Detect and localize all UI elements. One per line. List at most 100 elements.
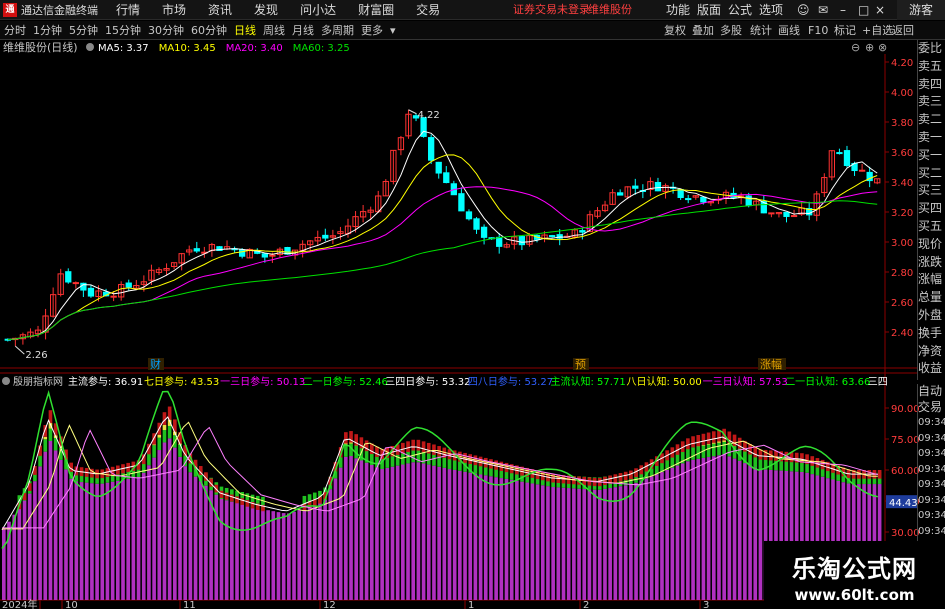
indicator-bar-red [69,462,73,472]
toolbar-restore-rights[interactable]: 复权 [664,21,686,40]
indicator-bar-purple [157,450,162,600]
toolbar-mark[interactable]: 标记 [834,21,856,40]
side-panel-item[interactable]: 买五 [918,218,945,236]
side-panel-item[interactable]: 买四 [918,200,945,218]
side-panel-item[interactable]: 卖二 [918,111,945,129]
indicator-bar-purple [266,510,270,600]
side-panel-item[interactable]: 卖五 [918,58,945,76]
period-tab-intraday[interactable]: 分时 [4,22,26,38]
chevron-down-icon[interactable]: ▾ [390,24,396,37]
side-panel-item[interactable]: 卖一 [918,129,945,147]
period-tab-daily[interactable]: 日线 [234,22,256,38]
period-tab-30min[interactable]: 30分钟 [148,22,184,38]
indicator-bar-green [706,444,711,458]
toolbar-back[interactable]: 返回 [892,21,914,40]
chart-canvas[interactable]: 4.20 4.00 3.80 3.60 3.40 3.20 3.00 2.80 2.60 2.40… [0,40,945,609]
indicator-bar-purple [743,463,747,600]
date-tick-label: 11 [183,600,196,609]
menu-formula[interactable]: 公式 [728,0,752,20]
app-logo-icon: 通 [3,2,17,17]
date-tick-label: 10 [65,600,78,609]
indicator-bar-purple [235,503,239,600]
user-icon[interactable]: ☺ [797,0,810,20]
indicator-bar-green [162,430,167,443]
side-panel-item[interactable]: 涨跌 [918,254,945,272]
indicator-bar-purple [390,466,395,600]
period-tab-more[interactable]: 更多 [361,22,383,38]
indicator-bar-purple [551,487,555,600]
indicator-bar-purple [535,484,540,600]
period-tab-weekly[interactable]: 周线 [263,22,285,38]
indicator-bar-purple [271,511,276,600]
period-tab-60min[interactable]: 60分钟 [191,22,227,38]
indicator-bar-purple [582,489,587,600]
menu-trade[interactable]: 交易 [416,1,440,18]
toolbar-statistics[interactable]: 统计 [750,21,772,40]
toolbar-overlay[interactable]: 叠加 [692,21,714,40]
indicator-legend-label: 三四日参与: 53.32 [385,375,470,388]
side-panel-item[interactable]: 总量 [918,289,945,307]
side-panel-item[interactable]: 现价 [918,236,945,254]
indicator-bar-purple [53,450,58,600]
indicator-bar-red [701,433,706,445]
close-icon[interactable]: × [875,0,885,20]
indicator-bar-green [43,439,48,452]
low-price-label: 2.26 [25,350,47,361]
side-panel-item[interactable]: 净资 [918,343,945,361]
period-tab-1min[interactable]: 1分钟 [33,22,62,38]
indicator-bar-purple [758,469,763,600]
toolbar-draw-line[interactable]: 画线 [778,21,800,40]
menu-layout[interactable]: 版面 [697,0,721,20]
side-panel-item[interactable]: 委比 [918,40,945,58]
minimize-icon[interactable]: – [840,0,846,20]
period-tab-5min[interactable]: 5分钟 [69,22,98,38]
indicator-bar-purple [401,464,405,600]
side-panel-item[interactable]: 外盘 [918,307,945,325]
price-tick-label: 4.20 [891,58,913,69]
auto-trade-label[interactable]: 自动 [918,384,945,400]
indicator-bar-purple [276,512,281,600]
indicator-bar-purple [136,477,141,600]
guest-button[interactable]: 游客 [897,0,945,20]
menu-wealth[interactable]: 财富圈 [358,1,394,18]
indicator-bar-purple [639,480,644,600]
menu-news[interactable]: 资讯 [208,1,232,18]
date-tick-label: 2 [583,600,589,609]
indicator-bar-green [722,441,726,455]
maximize-icon[interactable]: □ [858,0,869,20]
side-panel-item[interactable]: 换手 [918,325,945,343]
menu-options[interactable]: 选项 [759,0,783,20]
menu-ask[interactable]: 问小达 [300,1,336,18]
side-panel-item[interactable]: 收益 [918,360,945,378]
mail-icon[interactable]: ✉ [818,0,828,20]
side-panel-item[interactable]: 买二 [918,165,945,183]
login-warning[interactable]: 证券交易未登录 [513,0,590,20]
indicator-bar-red [235,496,239,504]
period-tab-monthly[interactable]: 月线 [292,22,314,38]
menu-function[interactable]: 功能 [666,0,690,20]
side-panel-item[interactable]: 买三 [918,182,945,200]
indicator-legend-label: 二一日参与: 52.46 [303,375,388,388]
menu-quotes[interactable]: 行情 [116,1,140,18]
side-panel-item[interactable]: 涨幅 [918,271,945,289]
indicator-bar-purple [395,465,400,600]
side-panel-item[interactable]: 卖三 [918,93,945,111]
indicator-legend-label: 四八日参与: 53.27 [468,375,553,388]
ma-legend-label: MA5: 3.37 [98,43,149,54]
indicator-bar-purple [686,461,690,600]
menu-discover[interactable]: 发现 [254,1,278,18]
toolbar-f10[interactable]: F10 [808,21,828,40]
indicator-bar-purple [364,462,369,600]
candle-body [790,215,798,218]
toolbar-multi-stock[interactable]: 多股 [720,21,742,40]
menu-market[interactable]: 市场 [162,1,186,18]
indicator-bar-red [344,432,348,444]
indicator-bar-red [706,432,711,444]
side-panel-item[interactable]: 卖四 [918,76,945,94]
side-panel-item[interactable]: 买一 [918,147,945,165]
auto-trade-label[interactable]: 交易 [918,400,945,416]
indicator-bar-purple [338,467,343,600]
period-tab-multi[interactable]: 多周期 [321,22,354,38]
toolbar-add-watchlist[interactable]: +自选 [862,21,893,40]
period-tab-15min[interactable]: 15分钟 [105,22,141,38]
